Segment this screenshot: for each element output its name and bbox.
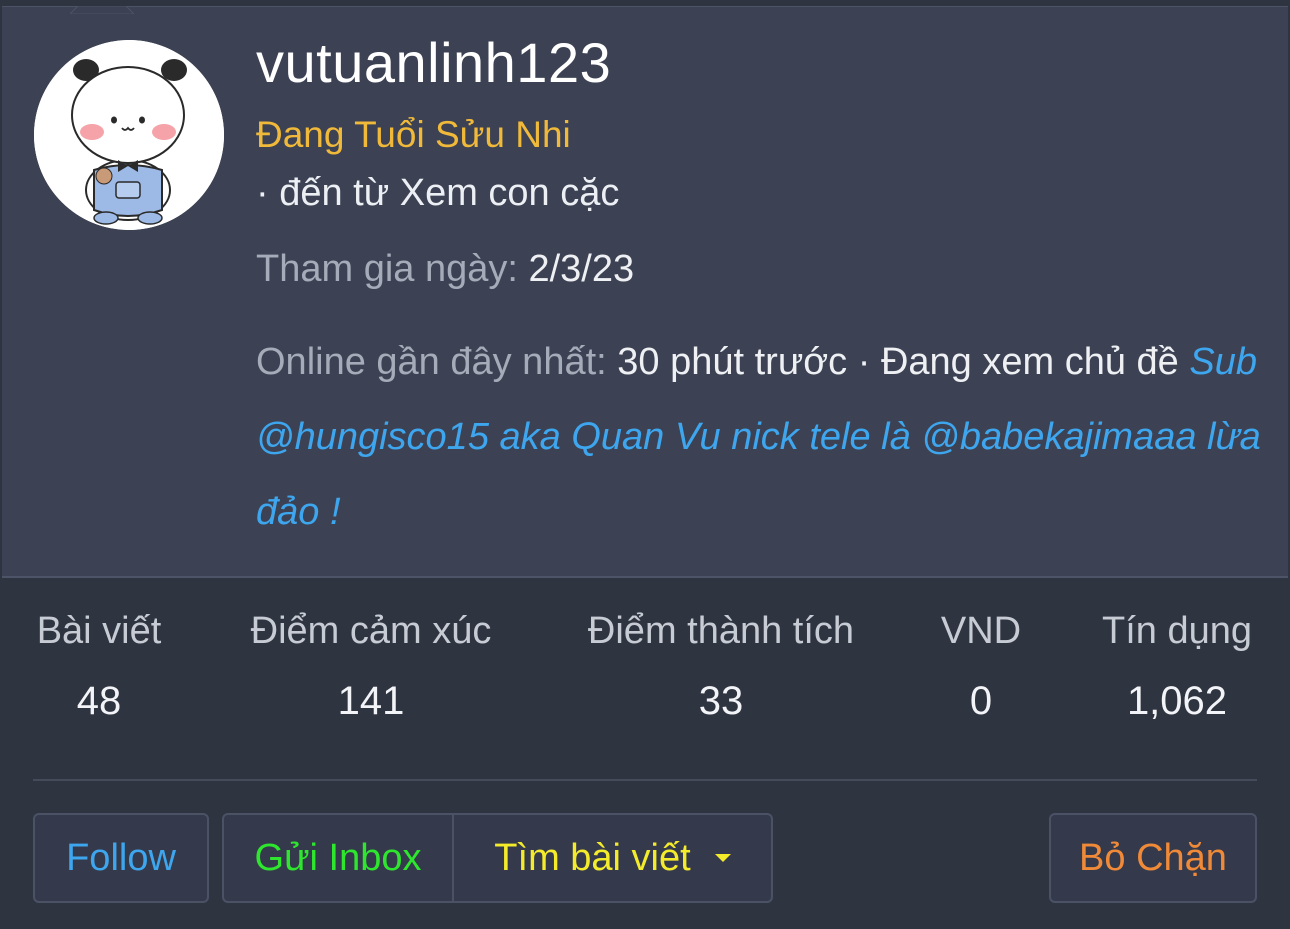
send-inbox-button[interactable]: Gửi Inbox	[224, 815, 454, 901]
stat-label: Bài viết	[36, 610, 162, 652]
user-location: · đến từ Xem con cặc	[256, 172, 620, 214]
stat-reactions[interactable]: Điểm cảm xúc 141	[240, 610, 502, 724]
stat-label: Điểm cảm xúc	[250, 610, 492, 652]
stat-value: 48	[76, 679, 122, 723]
joined-label: Tham gia ngày:	[256, 248, 518, 290]
stat-credits[interactable]: Tín dụng 1,062	[1096, 610, 1258, 724]
online-label: Online gần đây nhất:	[256, 341, 607, 383]
tooltip-arrow	[70, 6, 134, 14]
stats-row: Bài viết 48 Điểm cảm xúc 141 Điểm thành …	[0, 610, 1290, 740]
stat-value: 0	[969, 679, 993, 723]
stat-value: 33	[698, 679, 744, 723]
online-value: 30 phút trước · Đang xem chủ đề	[617, 341, 1179, 383]
user-title: Đang Tuổi Sửu Nhi	[256, 114, 571, 155]
stat-label: VND	[940, 610, 1022, 652]
avatar[interactable]	[34, 40, 224, 230]
joined-value: 2/3/23	[528, 248, 635, 290]
divider	[33, 779, 1257, 781]
caret-down-icon	[714, 854, 731, 862]
stat-label: Điểm thành tích	[587, 610, 855, 652]
stat-vnd[interactable]: VND 0	[938, 610, 1024, 724]
stat-trophies[interactable]: Điểm thành tích 33	[576, 610, 866, 724]
panda-avatar-icon	[34, 40, 224, 230]
find-posts-label: Tìm bài viết	[494, 836, 691, 879]
stat-value: 141	[337, 679, 405, 723]
stat-label: Tín dụng	[1102, 610, 1252, 652]
username[interactable]: vutuanlinh123	[256, 30, 611, 95]
unblock-button[interactable]: Bỏ Chặn	[1049, 813, 1257, 903]
last-activity: Online gần đây nhất: 30 phút trước · Đan…	[256, 325, 1266, 550]
stat-value: 1,062	[1126, 679, 1228, 723]
find-posts-button[interactable]: Tìm bài viết	[454, 815, 771, 901]
stat-posts[interactable]: Bài viết 48	[33, 610, 165, 724]
joined-date: Tham gia ngày: 2/3/23	[256, 248, 634, 291]
action-button-group: Gửi Inbox Tìm bài viết	[222, 813, 773, 903]
member-tooltip-card: vutuanlinh123 Đang Tuổi Sửu Nhi · đến từ…	[0, 0, 1290, 929]
follow-button[interactable]: Follow	[33, 813, 209, 903]
